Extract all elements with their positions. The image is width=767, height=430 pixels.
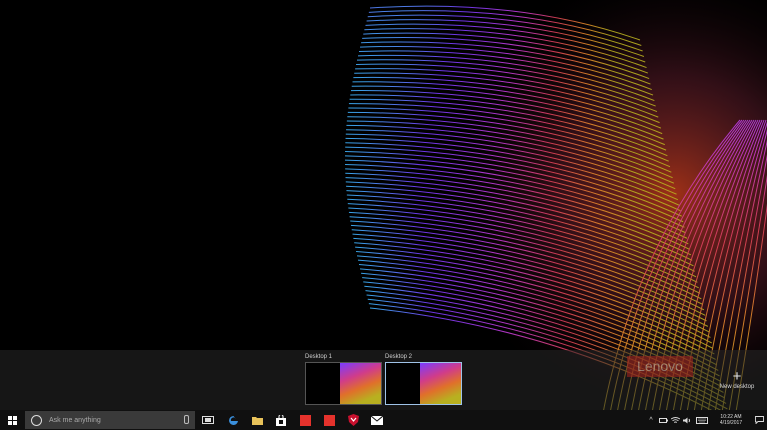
clock-date: 4/19/2017 [719,420,743,426]
desktop-1-thumbnail[interactable]: Desktop 1 [305,353,382,405]
file-explorer-icon[interactable] [245,410,269,430]
red-app-icon[interactable] [317,410,341,430]
mail-icon[interactable] [365,410,389,430]
plus-icon: + [732,368,742,385]
mcafee-icon[interactable] [341,410,365,430]
search-placeholder: Ask me anything [49,416,101,424]
new-desktop-button[interactable]: + New desktop [712,368,762,390]
chevron-up-icon[interactable]: ^ [645,410,657,430]
search-box[interactable]: Ask me anything [25,411,195,429]
wifi-icon[interactable] [669,410,681,430]
desktop-preview [305,362,382,405]
edge-icon[interactable] [221,410,245,430]
task-view-icon [202,416,214,424]
desktop-1-label: Desktop 1 [305,354,333,360]
volume-icon[interactable] [681,410,693,430]
taskbar: Ask me anything ^ 10:22 AM 4/19/2017 [0,410,767,430]
microphone-icon[interactable] [184,415,189,424]
keyboard-icon[interactable] [693,410,711,430]
cortana-icon [31,414,42,426]
clock[interactable]: 10:22 AM 4/19/2017 [714,414,748,426]
red-app-icon[interactable] [293,410,317,430]
system-tray: ^ 10:22 AM 4/19/2017 [645,410,767,430]
lenovo-watermark: Lenovo [627,356,693,377]
store-icon[interactable] [269,410,293,430]
task-view-button[interactable] [195,410,221,430]
action-center-icon[interactable] [751,410,767,430]
desktop-2-label: Desktop 2 [385,354,413,360]
new-desktop-label: New desktop [719,384,755,390]
desktop-preview [385,362,462,405]
battery-icon[interactable] [657,410,669,430]
windows-logo-icon [7,415,17,425]
desktop-2-thumbnail[interactable]: Desktop 2 [385,353,462,405]
start-button[interactable] [0,410,24,430]
